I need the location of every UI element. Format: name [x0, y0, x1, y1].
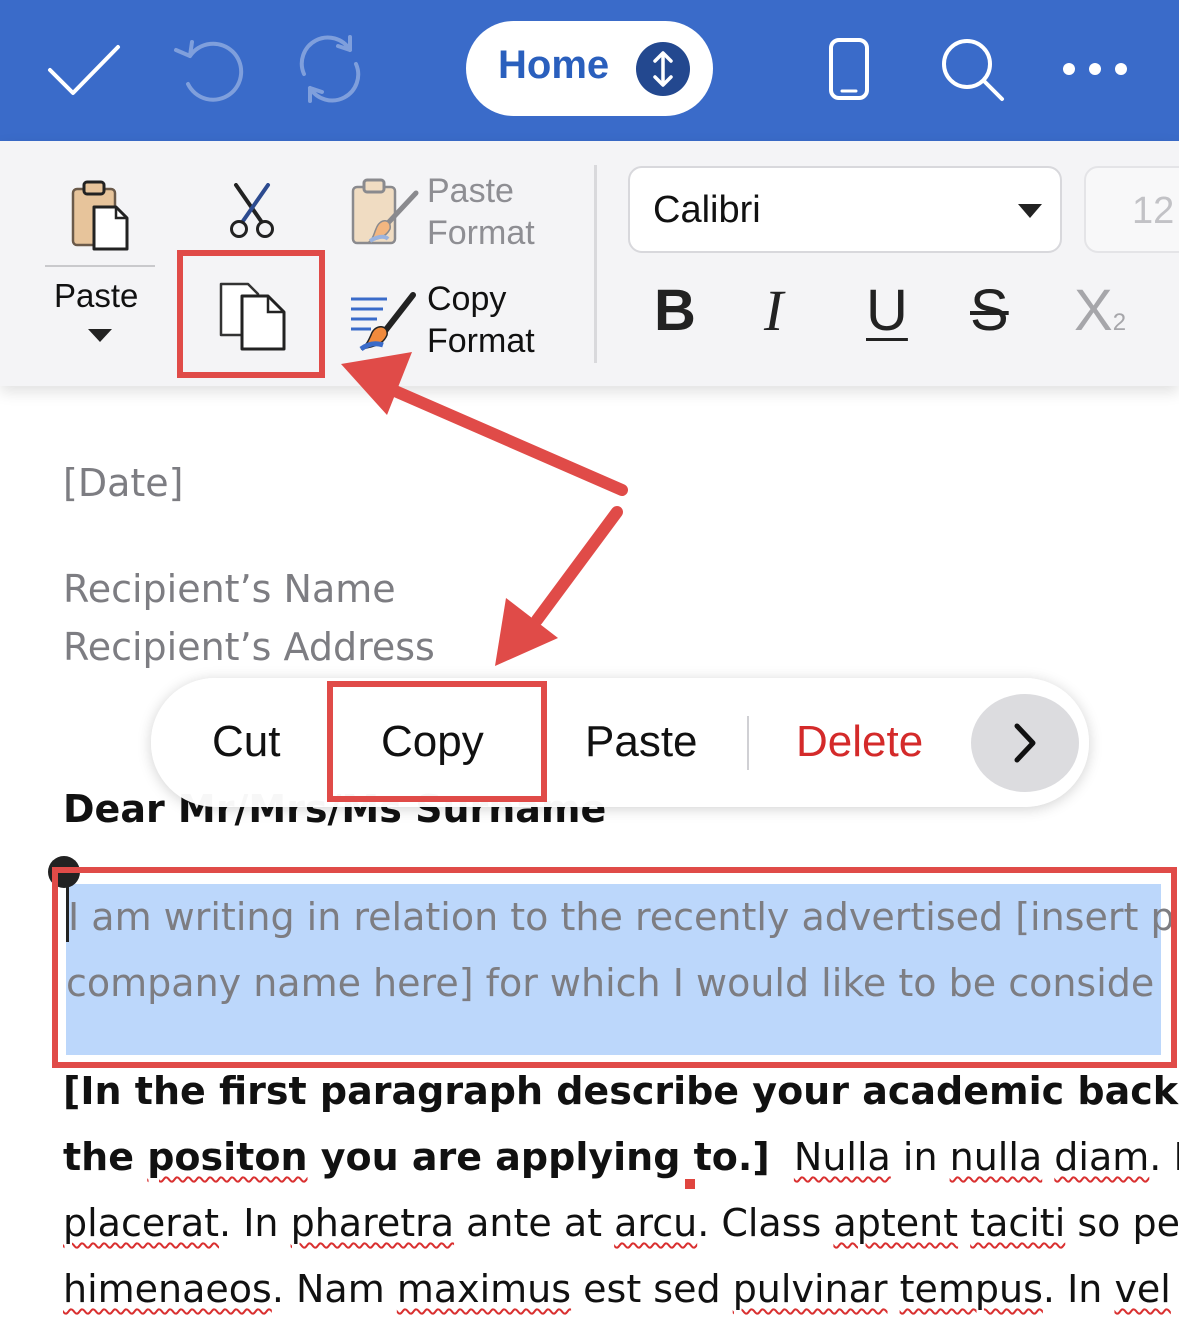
chevron-right-icon[interactable] — [971, 694, 1079, 792]
text-span — [1042, 1135, 1054, 1179]
misspelled-word: pulvinar — [732, 1267, 888, 1311]
recipient-address[interactable]: Recipient’s Address — [63, 624, 435, 670]
menu-separator — [747, 716, 749, 770]
recipient-name[interactable]: Recipient’s Name — [63, 566, 396, 612]
copy-menu-highlight — [327, 681, 547, 802]
strikethrough-button[interactable]: S — [970, 279, 1009, 343]
phone-icon[interactable] — [828, 37, 870, 101]
text-span: so per — [1077, 1201, 1179, 1245]
undo-icon[interactable] — [170, 36, 244, 102]
text-span: . In — [1042, 1267, 1115, 1311]
misspelled-word: diam — [1054, 1135, 1150, 1179]
misspelled-word: taciti — [970, 1201, 1066, 1245]
search-icon[interactable] — [940, 37, 1006, 103]
cut-menu-item[interactable]: Cut — [212, 716, 280, 768]
misspelled-word: vel — [1114, 1267, 1171, 1311]
document-canvas[interactable]: [Date] Recipient’s Name Recipient’s Addr… — [0, 386, 1179, 1332]
checkmark-icon[interactable] — [47, 44, 121, 96]
underline-button[interactable]: U — [866, 279, 908, 343]
paste-format-icon[interactable] — [350, 177, 420, 249]
text-span: the — [63, 1135, 148, 1179]
misspelled-word: arcu — [614, 1201, 698, 1245]
misspelled-word: maximus — [396, 1267, 572, 1311]
paragraph-line3[interactable]: placerat. In pharetra ante at arcu. Clas… — [63, 1200, 1179, 1246]
paragraph-line1[interactable]: [In the first paragraph describe your ac… — [63, 1068, 1179, 1114]
redo-icon[interactable] — [292, 34, 368, 104]
misspelled-word: nulla — [949, 1135, 1043, 1179]
text-span — [958, 1201, 970, 1245]
copy-format-icon[interactable] — [347, 289, 419, 351]
home-tab-label: Home — [498, 43, 610, 87]
paste-button[interactable]: Paste — [54, 277, 138, 315]
copy-format-label-line1[interactable]: Copy — [427, 279, 506, 320]
paste-format-label-line2[interactable]: Format — [427, 213, 535, 254]
subscript-digit: 2 — [1112, 309, 1127, 336]
text-span: you are applying to.] — [307, 1135, 770, 1179]
text-context-menu: Cut Copy Paste Delete — [151, 678, 1089, 807]
copy-button-highlight — [177, 250, 325, 378]
paste-clipboard-icon[interactable] — [70, 179, 130, 251]
misspelled-word: placerat — [63, 1201, 220, 1245]
date-placeholder[interactable]: [Date] — [63, 460, 183, 506]
text-span: . Class — [697, 1201, 834, 1245]
font-size-dropdown[interactable]: 12 — [1084, 166, 1179, 253]
misspelled-word: aptent — [833, 1201, 959, 1245]
ribbon-separator — [594, 165, 597, 363]
paragraph-line2[interactable]: the positon you are applying to.] Nulla … — [63, 1134, 1179, 1180]
bold-button[interactable]: B — [654, 279, 696, 343]
text-span: . Mae — [1149, 1135, 1179, 1179]
misspelled-word: pharetra — [290, 1201, 455, 1245]
top-toolbar: Home — [0, 0, 1179, 141]
text-span: . In — [219, 1201, 291, 1245]
paste-divider — [45, 265, 155, 267]
misspelled-word: Nulla — [793, 1135, 891, 1179]
chevron-down-icon — [1018, 204, 1042, 218]
text-span — [770, 1135, 794, 1179]
scissors-icon[interactable] — [228, 183, 276, 239]
font-size-value: 12 — [1132, 190, 1175, 232]
updown-arrows-icon — [636, 42, 690, 96]
misspelled-word: positon — [147, 1135, 308, 1179]
selection-highlight-box — [52, 867, 1177, 1068]
text-span: ante at — [454, 1201, 615, 1245]
font-name-value: Calibri — [653, 189, 761, 231]
paste-dropdown-icon[interactable] — [88, 329, 112, 342]
text-span: est sed — [571, 1267, 733, 1311]
paste-format-label-line1[interactable]: Paste — [427, 171, 514, 212]
ellipsis-icon[interactable] — [1062, 62, 1128, 76]
subscript-base: X — [1074, 278, 1113, 343]
paragraph-line4[interactable]: himenaeos. Nam maximus est sed pulvinar … — [63, 1266, 1171, 1312]
text-span — [888, 1267, 900, 1311]
copy-format-label-line2[interactable]: Format — [427, 321, 535, 362]
paste-menu-item[interactable]: Paste — [585, 716, 698, 768]
misspelled-word: tempus — [899, 1267, 1043, 1311]
misspelled-word: himenaeos — [63, 1267, 272, 1311]
italic-button[interactable]: I — [764, 279, 783, 343]
cursor-marker — [685, 1179, 695, 1189]
subscript-button[interactable]: X2 — [1074, 279, 1126, 355]
text-span: in — [890, 1135, 950, 1179]
delete-menu-item[interactable]: Delete — [796, 716, 923, 768]
home-tab-switcher[interactable]: Home — [466, 21, 713, 116]
text-span: . Nam — [271, 1267, 397, 1311]
font-name-dropdown[interactable]: Calibri — [628, 166, 1062, 253]
